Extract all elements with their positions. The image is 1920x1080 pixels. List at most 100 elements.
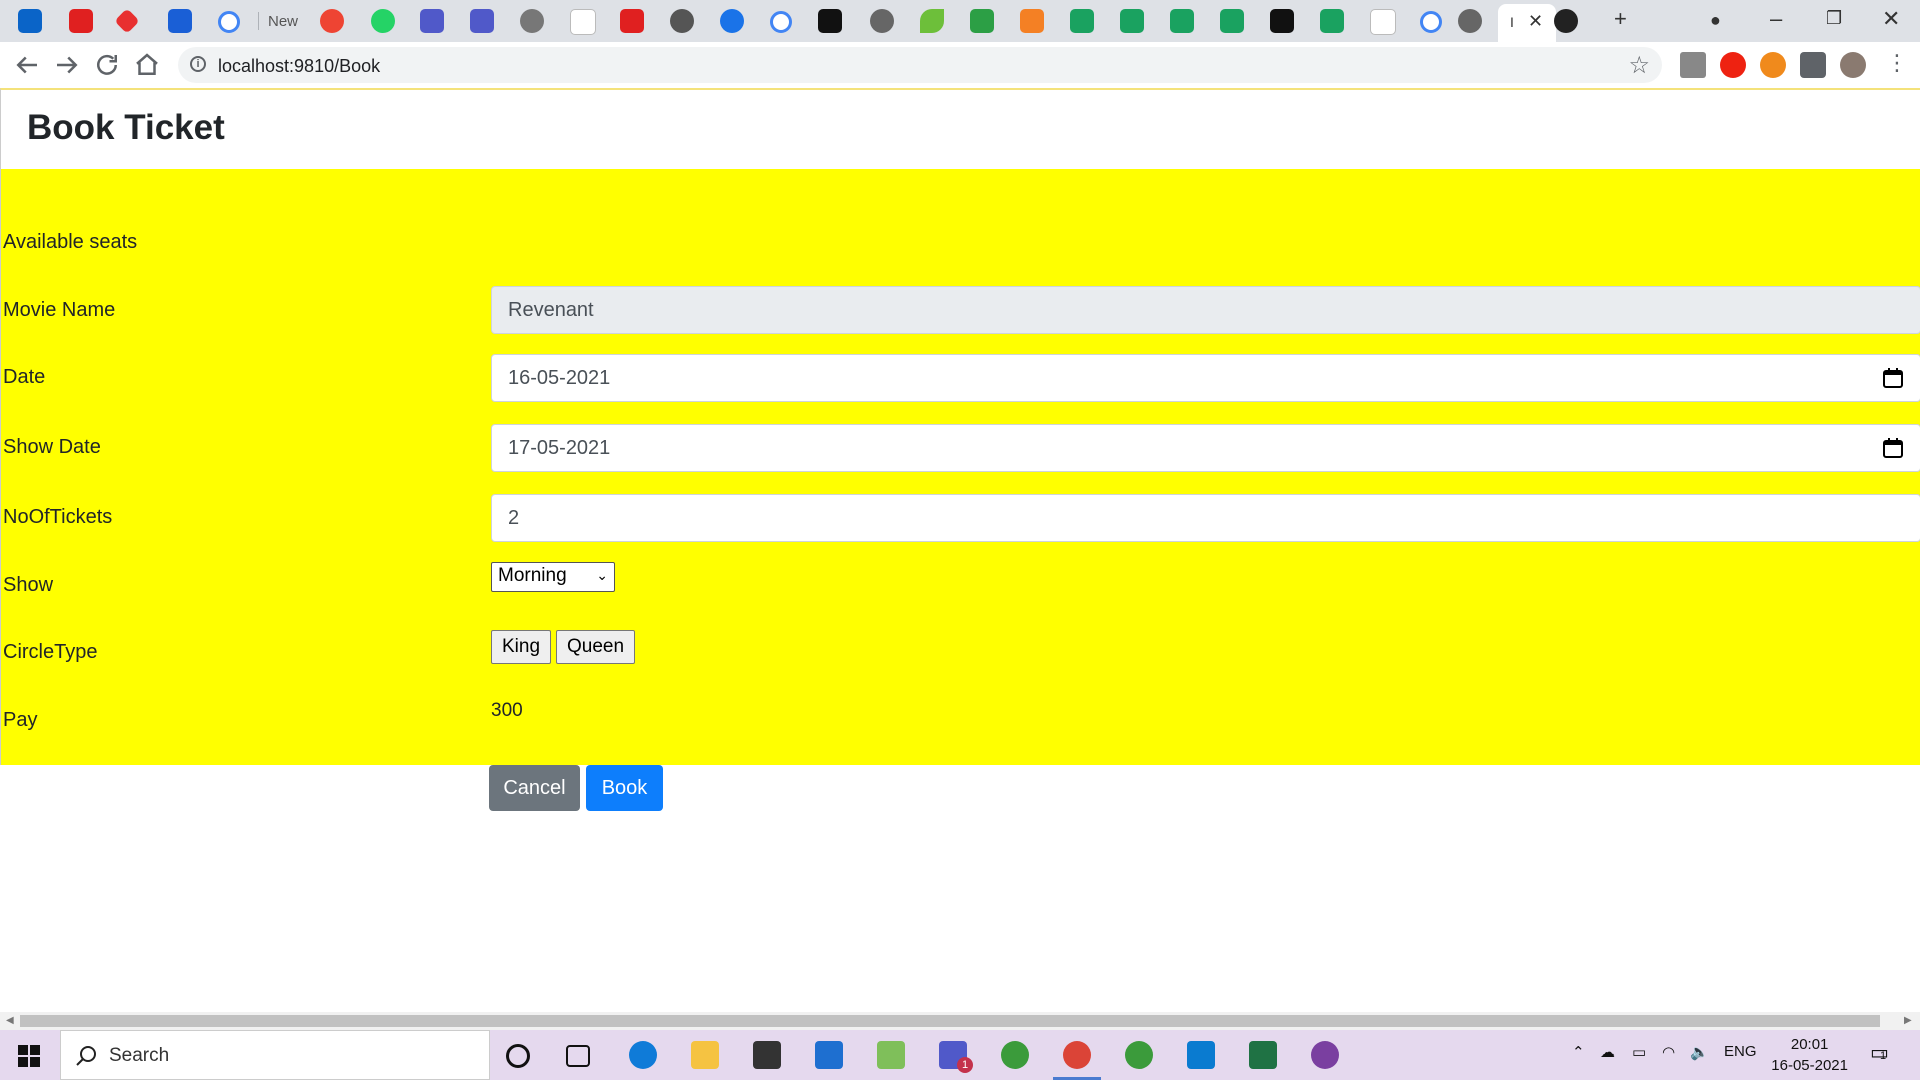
horizontal-scrollbar[interactable]: ◀ ▶ <box>0 1012 1920 1030</box>
booking-form: Available seats Movie Name Revenant Date… <box>0 169 1920 765</box>
back-icon[interactable] <box>12 50 42 80</box>
taskbar-search-box[interactable]: Search <box>60 1030 490 1080</box>
close-tab-icon[interactable]: ✕ <box>1528 11 1543 32</box>
show-date-input[interactable]: 17-05-2021 <box>491 424 1920 472</box>
extensions-puzzle-icon[interactable] <box>1800 52 1826 78</box>
analytics-extension-icon[interactable] <box>1680 52 1706 78</box>
language-indicator[interactable]: ENG <box>1724 1043 1757 1060</box>
new-tab-label[interactable]: New <box>268 13 308 37</box>
close-window-icon[interactable]: ✕ <box>1882 6 1900 32</box>
bookmark-star-icon[interactable]: ☆ <box>1628 51 1650 80</box>
edge-icon[interactable] <box>629 1041 657 1069</box>
alert-icon[interactable] <box>320 9 344 33</box>
w-icon[interactable] <box>1220 9 1244 33</box>
show-date-value: 17-05-2021 <box>508 437 611 459</box>
new-tab-icon[interactable]: + <box>1614 6 1627 32</box>
settings-icon[interactable] <box>720 9 744 33</box>
battery-icon[interactable]: ▭ <box>1632 1043 1646 1061</box>
calendar-icon[interactable] <box>1882 437 1904 459</box>
date-label: Date <box>3 366 46 388</box>
github-desktop-icon[interactable] <box>1311 1041 1339 1069</box>
outlook-icon[interactable] <box>18 9 42 33</box>
address-bar[interactable]: i localhost:9810/Book ☆ <box>178 47 1662 83</box>
fn-icon[interactable] <box>818 9 842 33</box>
w-icon[interactable] <box>1120 9 1144 33</box>
show-select[interactable]: Morning ⌄ <box>491 562 615 592</box>
google-icon[interactable] <box>1420 11 1442 33</box>
link-icon[interactable] <box>970 9 994 33</box>
taskbar: Search 1 ⌃ ☁ ▭ ◠ 🔈 ENG 20:01 16-05-2021 … <box>0 1030 1920 1080</box>
globe-icon[interactable] <box>870 9 894 33</box>
excel-icon[interactable] <box>1249 1041 1277 1069</box>
no-of-tickets-value: 2 <box>508 507 520 529</box>
task-view-icon[interactable] <box>566 1045 590 1067</box>
spring-tool-icon[interactable] <box>1001 1041 1029 1069</box>
youtube-icon[interactable] <box>69 9 93 33</box>
google-icon[interactable] <box>218 11 240 33</box>
active-tab[interactable]: I ✕ <box>1498 4 1556 42</box>
jira-icon[interactable] <box>168 9 192 33</box>
no-of-tickets-input[interactable]: 2 <box>491 494 1920 542</box>
onedrive-icon[interactable]: ☁ <box>1600 1043 1615 1061</box>
no-of-tickets-label: NoOfTickets <box>3 506 113 528</box>
site-info-icon[interactable]: i <box>190 56 206 72</box>
profile-avatar[interactable] <box>1840 52 1866 78</box>
pay-label: Pay <box>3 709 38 731</box>
teams-icon[interactable] <box>470 9 494 33</box>
home-icon[interactable] <box>132 50 162 80</box>
spring-tool-icon[interactable] <box>1125 1041 1153 1069</box>
menu-kebab-icon[interactable]: ⋮ <box>1884 50 1910 76</box>
reload-icon[interactable] <box>92 50 122 80</box>
maximize-icon[interactable]: ❐ <box>1826 8 1842 29</box>
windows-start-icon[interactable] <box>18 1045 40 1067</box>
queen-button[interactable]: Queen <box>556 630 635 664</box>
w-icon[interactable] <box>1320 9 1344 33</box>
url-text: localhost:9810/Book <box>218 56 381 76</box>
adblock-extension-icon[interactable] <box>1720 52 1746 78</box>
globe-icon[interactable] <box>520 9 544 33</box>
mail-icon[interactable] <box>815 1041 843 1069</box>
volume-icon[interactable]: 🔈 <box>1690 1043 1709 1061</box>
scroll-right-icon[interactable]: ▶ <box>1904 1015 1912 1026</box>
teams-icon[interactable] <box>420 9 444 33</box>
scrollbar-thumb[interactable] <box>20 1015 1880 1027</box>
globe-icon[interactable] <box>1458 9 1482 33</box>
date-input[interactable]: 16-05-2021 <box>491 354 1920 402</box>
circle-type-label: CircleType <box>3 641 98 663</box>
store-icon[interactable] <box>753 1041 781 1069</box>
paint-icon[interactable] <box>877 1041 905 1069</box>
calendar-icon[interactable] <box>1882 367 1904 389</box>
date-value: 16-05-2021 <box>508 367 611 389</box>
notification-count: 1 <box>1880 1050 1887 1062</box>
clock[interactable]: 20:01 16-05-2021 <box>1771 1034 1848 1076</box>
king-button[interactable]: King <box>491 630 551 664</box>
github-icon[interactable] <box>1554 9 1578 33</box>
chrome-icon[interactable] <box>1063 1041 1091 1069</box>
leaf-icon[interactable] <box>920 9 944 33</box>
w-icon[interactable] <box>1170 9 1194 33</box>
forward-icon[interactable] <box>52 50 82 80</box>
youtube-icon[interactable] <box>620 9 644 33</box>
whatsapp-icon[interactable] <box>371 9 395 33</box>
w3schools-icon[interactable] <box>570 9 596 35</box>
chevron-up-icon[interactable]: ⌃ <box>1572 1043 1585 1061</box>
stack-icon[interactable] <box>1020 9 1044 33</box>
scroll-left-icon[interactable]: ◀ <box>6 1015 14 1026</box>
vscode-icon[interactable] <box>1187 1041 1215 1069</box>
vivaldi-icon[interactable] <box>114 8 140 34</box>
pay-amount: 300 <box>491 700 523 721</box>
key-extension-icon[interactable] <box>1760 52 1786 78</box>
google-icon[interactable] <box>770 11 792 33</box>
globe-icon[interactable] <box>670 9 694 33</box>
taskbar-search-placeholder: Search <box>109 1045 170 1066</box>
minimize-icon[interactable]: – <box>1770 6 1782 32</box>
wifi-icon[interactable]: ◠ <box>1662 1043 1675 1061</box>
pro-icon[interactable] <box>1370 9 1396 35</box>
tab-search-icon[interactable]: ● <box>1710 10 1721 31</box>
notion-icon[interactable] <box>1270 9 1294 33</box>
cortana-icon[interactable] <box>506 1044 530 1068</box>
book-button[interactable]: Book <box>586 765 663 811</box>
file-explorer-icon[interactable] <box>691 1041 719 1069</box>
cancel-button[interactable]: Cancel <box>489 765 580 811</box>
w-icon[interactable] <box>1070 9 1094 33</box>
